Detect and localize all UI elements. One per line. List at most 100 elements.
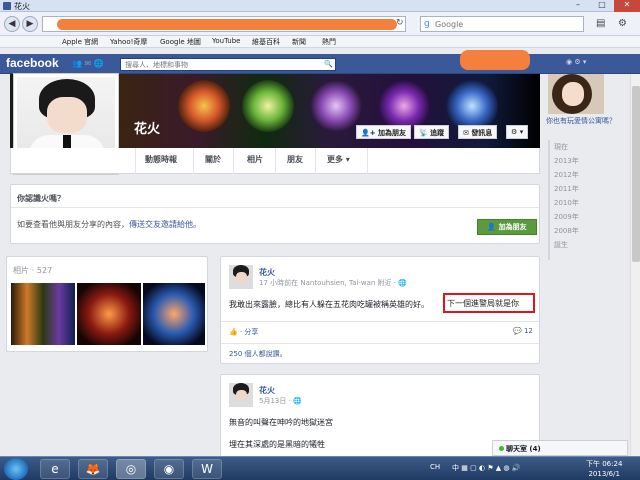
likes-count[interactable]: 250 個人都說讚。 xyxy=(229,349,287,359)
tools-menu-icon[interactable]: ⚙ xyxy=(618,18,627,29)
minimize-button[interactable]: – xyxy=(566,0,590,12)
window-title: 花火 xyxy=(14,2,30,11)
comment-icon: 💬 xyxy=(513,327,522,335)
cover-flower-image xyxy=(242,80,294,132)
photos-card: 相片 · 527 xyxy=(6,256,208,352)
year-item[interactable]: 2013年 xyxy=(554,156,579,166)
window-titlebar: 花火 – □ ✕ xyxy=(0,0,640,12)
photo-thumbnail[interactable] xyxy=(143,283,205,345)
browser-window-icon[interactable]: ◎ xyxy=(116,459,146,479)
avatar[interactable] xyxy=(229,265,253,289)
system-clock[interactable]: 下午 06:24 2013/6/1 xyxy=(586,459,622,479)
facebook-favicon-icon xyxy=(3,2,11,10)
avatar[interactable] xyxy=(229,383,253,407)
sidebar-ad-caption[interactable]: 你也有玩愛情公寓嗎？ xyxy=(546,116,616,126)
facebook-header: facebook 👥 ✉ 🌐 🔍 xyxy=(0,54,640,74)
comment-count[interactable]: 💬 12 xyxy=(513,327,533,335)
message-button[interactable]: ✉ 發訊息 xyxy=(458,125,498,139)
year-item[interactable]: 2011年 xyxy=(554,184,579,194)
share-link[interactable]: 👍 · 分享 xyxy=(229,327,258,337)
tab-more[interactable]: 更多 ▾ xyxy=(327,154,350,165)
year-item[interactable]: 誕生 xyxy=(554,240,568,250)
card-title: 你認識火嗎？ xyxy=(17,194,65,203)
redacted-url xyxy=(57,19,397,30)
bookmark-item[interactable]: 熱門 xyxy=(322,37,336,47)
cover-flower-image xyxy=(310,80,362,132)
profile-tabs: 動態時報 關於 相片 朋友 更多 ▾ xyxy=(10,148,540,174)
year-item[interactable]: 2008年 xyxy=(554,226,579,236)
account-icons[interactable]: ◉ ⚙ ▾ xyxy=(566,58,586,66)
bookmark-item[interactable]: 新聞 xyxy=(292,37,306,47)
more-options-button[interactable]: ⚙ ▾ xyxy=(506,125,529,139)
year-item[interactable]: 2010年 xyxy=(554,198,579,208)
post-body: 我敢出來露臉，總比有人躲在五花肉吃罐被稱英雄的好。 xyxy=(229,300,429,309)
browser-search-input[interactable] xyxy=(421,17,571,31)
browser-search-box[interactable]: g xyxy=(420,16,584,32)
forward-button[interactable]: ▶ xyxy=(22,16,38,32)
bookmark-item[interactable]: YouTube xyxy=(212,37,240,45)
google-icon: g xyxy=(424,19,430,29)
input-method[interactable]: CH xyxy=(430,463,440,471)
facebook-logo[interactable]: facebook xyxy=(6,56,59,70)
firefox-icon[interactable]: 🦊 xyxy=(78,459,108,479)
bookmark-item[interactable]: Apple 官網 xyxy=(62,37,98,47)
bookmark-item[interactable]: Yahoo!奇摩 xyxy=(110,37,147,47)
globe-icon: 🌐 xyxy=(398,279,407,287)
timeline-post: 花火 17 小時前在 Nantouhsien, Tai-wan 附近 · 🌐 我… xyxy=(220,256,540,364)
ie-icon[interactable]: e xyxy=(40,459,70,479)
post-author[interactable]: 花火 xyxy=(259,385,275,396)
bookmarks-bar: Apple 官網 Yahoo!奇摩 Google 地圖 YouTube 維基百科… xyxy=(0,36,640,48)
online-dot-icon xyxy=(499,446,504,451)
do-you-know-card: 你認識火嗎？ 如要查看他與朋友分享的內容，傳送交友邀請給他。 👤 加為朋友 xyxy=(10,184,540,244)
maximize-button[interactable]: □ xyxy=(590,0,614,12)
year-item[interactable]: 現在 xyxy=(554,142,568,152)
year-item[interactable]: 2009年 xyxy=(554,212,579,222)
chat-sidebar-button[interactable]: 聊天室 (4) xyxy=(492,440,628,456)
highlighted-text: 下一個進警局就是你 xyxy=(443,293,535,313)
scrollbar-thumb[interactable] xyxy=(632,86,640,262)
tab-timeline[interactable]: 動態時報 xyxy=(145,154,177,165)
redacted-username xyxy=(460,50,530,70)
search-icon[interactable]: 🔍 xyxy=(324,60,333,68)
send-friend-request-link[interactable]: 傳送交友邀請給他。 xyxy=(129,220,201,229)
post-author[interactable]: 花火 xyxy=(259,267,275,278)
back-button[interactable]: ◀ xyxy=(4,16,20,32)
timeline-bar xyxy=(548,140,550,260)
add-friend-button[interactable]: 👤+ 加為朋友 xyxy=(356,125,412,139)
like-icon: 👍 xyxy=(229,328,238,336)
close-button[interactable]: ✕ xyxy=(614,0,640,12)
bookmark-item[interactable]: 維基百科 xyxy=(252,37,280,47)
facebook-search-input[interactable] xyxy=(121,59,317,70)
add-friend-green-button[interactable]: 👤 加為朋友 xyxy=(477,219,537,235)
profile-name[interactable]: 花火 xyxy=(134,118,160,137)
tab-friends[interactable]: 朋友 xyxy=(287,154,303,165)
page-menu-icon[interactable]: ▤ xyxy=(596,18,605,29)
tab-photos[interactable]: 相片 xyxy=(247,154,263,165)
start-button[interactable] xyxy=(4,458,28,480)
warcraft-icon[interactable]: W xyxy=(192,459,222,479)
windows-taskbar: e 🦊 ◎ ◉ W CH 中 ▦ ▢ ◐ ⚑ ▲ ◍ 🔊 下午 06:24 201… xyxy=(0,456,640,480)
facebook-search-box[interactable]: 🔍 xyxy=(120,58,336,71)
post-meta: 17 小時前在 Nantouhsien, Tai-wan 附近 · 🌐 xyxy=(259,279,407,287)
tab-about[interactable]: 關於 xyxy=(205,154,221,165)
globe-icon: 🌐 xyxy=(293,397,302,405)
photo-thumbnail[interactable] xyxy=(11,283,75,345)
card-text: 如要查看他與朋友分享的內容，傳送交友邀請給他。 xyxy=(17,220,201,229)
post-body-line: 無音的叫聲在呻吟的地獄迷宮 xyxy=(229,418,333,427)
notification-icons[interactable]: 👥 ✉ 🌐 xyxy=(72,59,112,69)
photo-thumbnail[interactable] xyxy=(77,283,141,345)
cover-flower-image xyxy=(178,80,230,132)
sidebar-ad-image[interactable] xyxy=(548,74,604,114)
follow-button[interactable]: 📡 追蹤 xyxy=(414,125,450,139)
address-bar[interactable] xyxy=(42,16,406,32)
post-meta: 5月13日 · 🌐 xyxy=(259,397,302,405)
post-body-line: 埋在其深處的是黑暗的犧牲 xyxy=(229,440,325,449)
browser-navbar: ◀ ▶ ↻ g ▤ ⚙ xyxy=(0,12,640,36)
app-icon[interactable]: ◉ xyxy=(154,459,184,479)
year-item[interactable]: 2012年 xyxy=(554,170,579,180)
page-scrollbar[interactable] xyxy=(630,74,640,456)
reload-icon[interactable]: ↻ xyxy=(396,18,404,28)
tray-icons[interactable]: 中 ▦ ▢ ◐ ⚑ ▲ ◍ 🔊 xyxy=(452,463,520,473)
photos-title[interactable]: 相片 · 527 xyxy=(13,265,52,276)
bookmark-item[interactable]: Google 地圖 xyxy=(160,37,201,47)
